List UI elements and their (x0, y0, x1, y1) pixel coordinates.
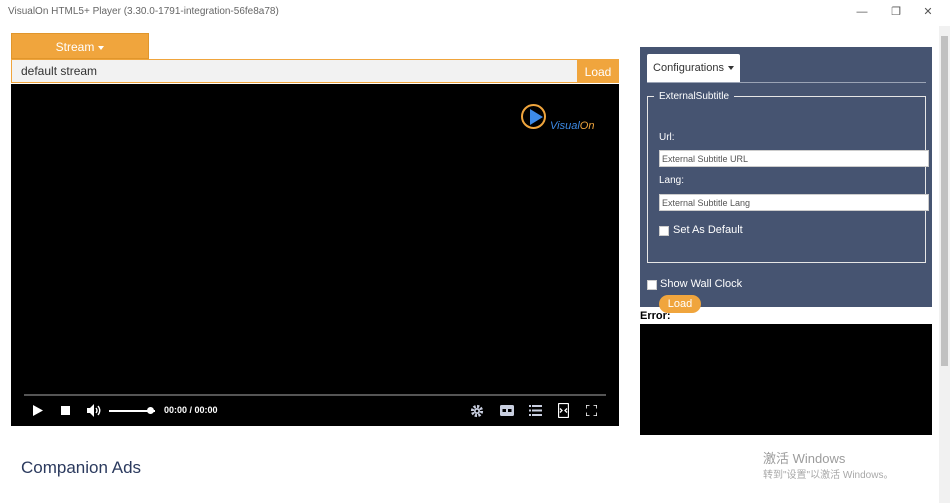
logo-play-icon (530, 109, 543, 125)
tab-divider (647, 82, 926, 83)
activation-watermark-subtitle: 转到"设置"以激活 Windows。 (763, 470, 894, 481)
minimize-button[interactable]: — (852, 4, 872, 20)
show-wall-clock-checkbox[interactable] (647, 280, 657, 290)
stream-dropdown-label: Stream (55, 40, 95, 54)
stream-url-input[interactable] (11, 59, 577, 83)
scrollbar-thumb[interactable] (941, 36, 948, 366)
visualon-logo: VisualOn (521, 104, 611, 134)
companion-ads-heading: Companion Ads (21, 458, 142, 477)
error-label: Error: (640, 310, 671, 322)
configurations-panel: Configurations ExternalSubtitle Url: Lan… (640, 47, 932, 313)
stream-load-button[interactable]: Load (577, 59, 619, 83)
restore-button[interactable]: ❐ (886, 4, 906, 20)
title-bar: VisualOn HTML5+ Player (3.30.0-1791-inte… (0, 0, 950, 26)
window-title: VisualOn HTML5+ Player (3.30.0-1791-inte… (8, 6, 279, 17)
caret-down-icon (98, 45, 105, 50)
settings-gear-icon[interactable] (470, 404, 484, 418)
set-as-default-checkbox[interactable] (659, 226, 669, 236)
picture-in-picture-icon[interactable] (558, 403, 569, 418)
stop-icon[interactable] (61, 406, 70, 415)
stream-dropdown-button[interactable]: Stream (11, 33, 149, 59)
caret-down-icon (727, 66, 734, 71)
subtitle-url-input[interactable] (659, 150, 929, 167)
subtitle-lang-input[interactable] (659, 194, 929, 211)
configurations-tab[interactable]: Configurations (647, 54, 740, 83)
external-subtitle-legend: ExternalSubtitle (659, 91, 730, 102)
fullscreen-icon[interactable] (586, 405, 597, 416)
close-window-button[interactable]: ✕ (918, 4, 938, 20)
playlist-icon[interactable] (529, 405, 542, 416)
seek-bar[interactable] (24, 394, 606, 396)
volume-knob[interactable] (147, 407, 155, 414)
volume-icon[interactable] (87, 404, 102, 417)
external-subtitle-fieldset: ExternalSubtitle Url: Lang: Set As Defau… (647, 91, 929, 313)
closed-captions-icon[interactable] (500, 405, 514, 416)
play-icon[interactable] (33, 405, 43, 416)
activation-watermark-title: 激活 Windows (763, 451, 846, 466)
configurations-tab-label: Configurations (653, 62, 724, 74)
subtitle-url-label: Url: (659, 132, 675, 143)
show-wall-clock-label: Show Wall Clock (660, 278, 743, 290)
set-as-default-label: Set As Default (673, 224, 743, 236)
error-output (640, 324, 932, 435)
time-display: 00:00 / 00:00 (164, 405, 218, 415)
video-player[interactable]: VisualOn 00:00 / 00:00 (11, 84, 619, 426)
subtitle-lang-label: Lang: (659, 175, 685, 186)
logo-text: VisualOn (550, 120, 595, 132)
